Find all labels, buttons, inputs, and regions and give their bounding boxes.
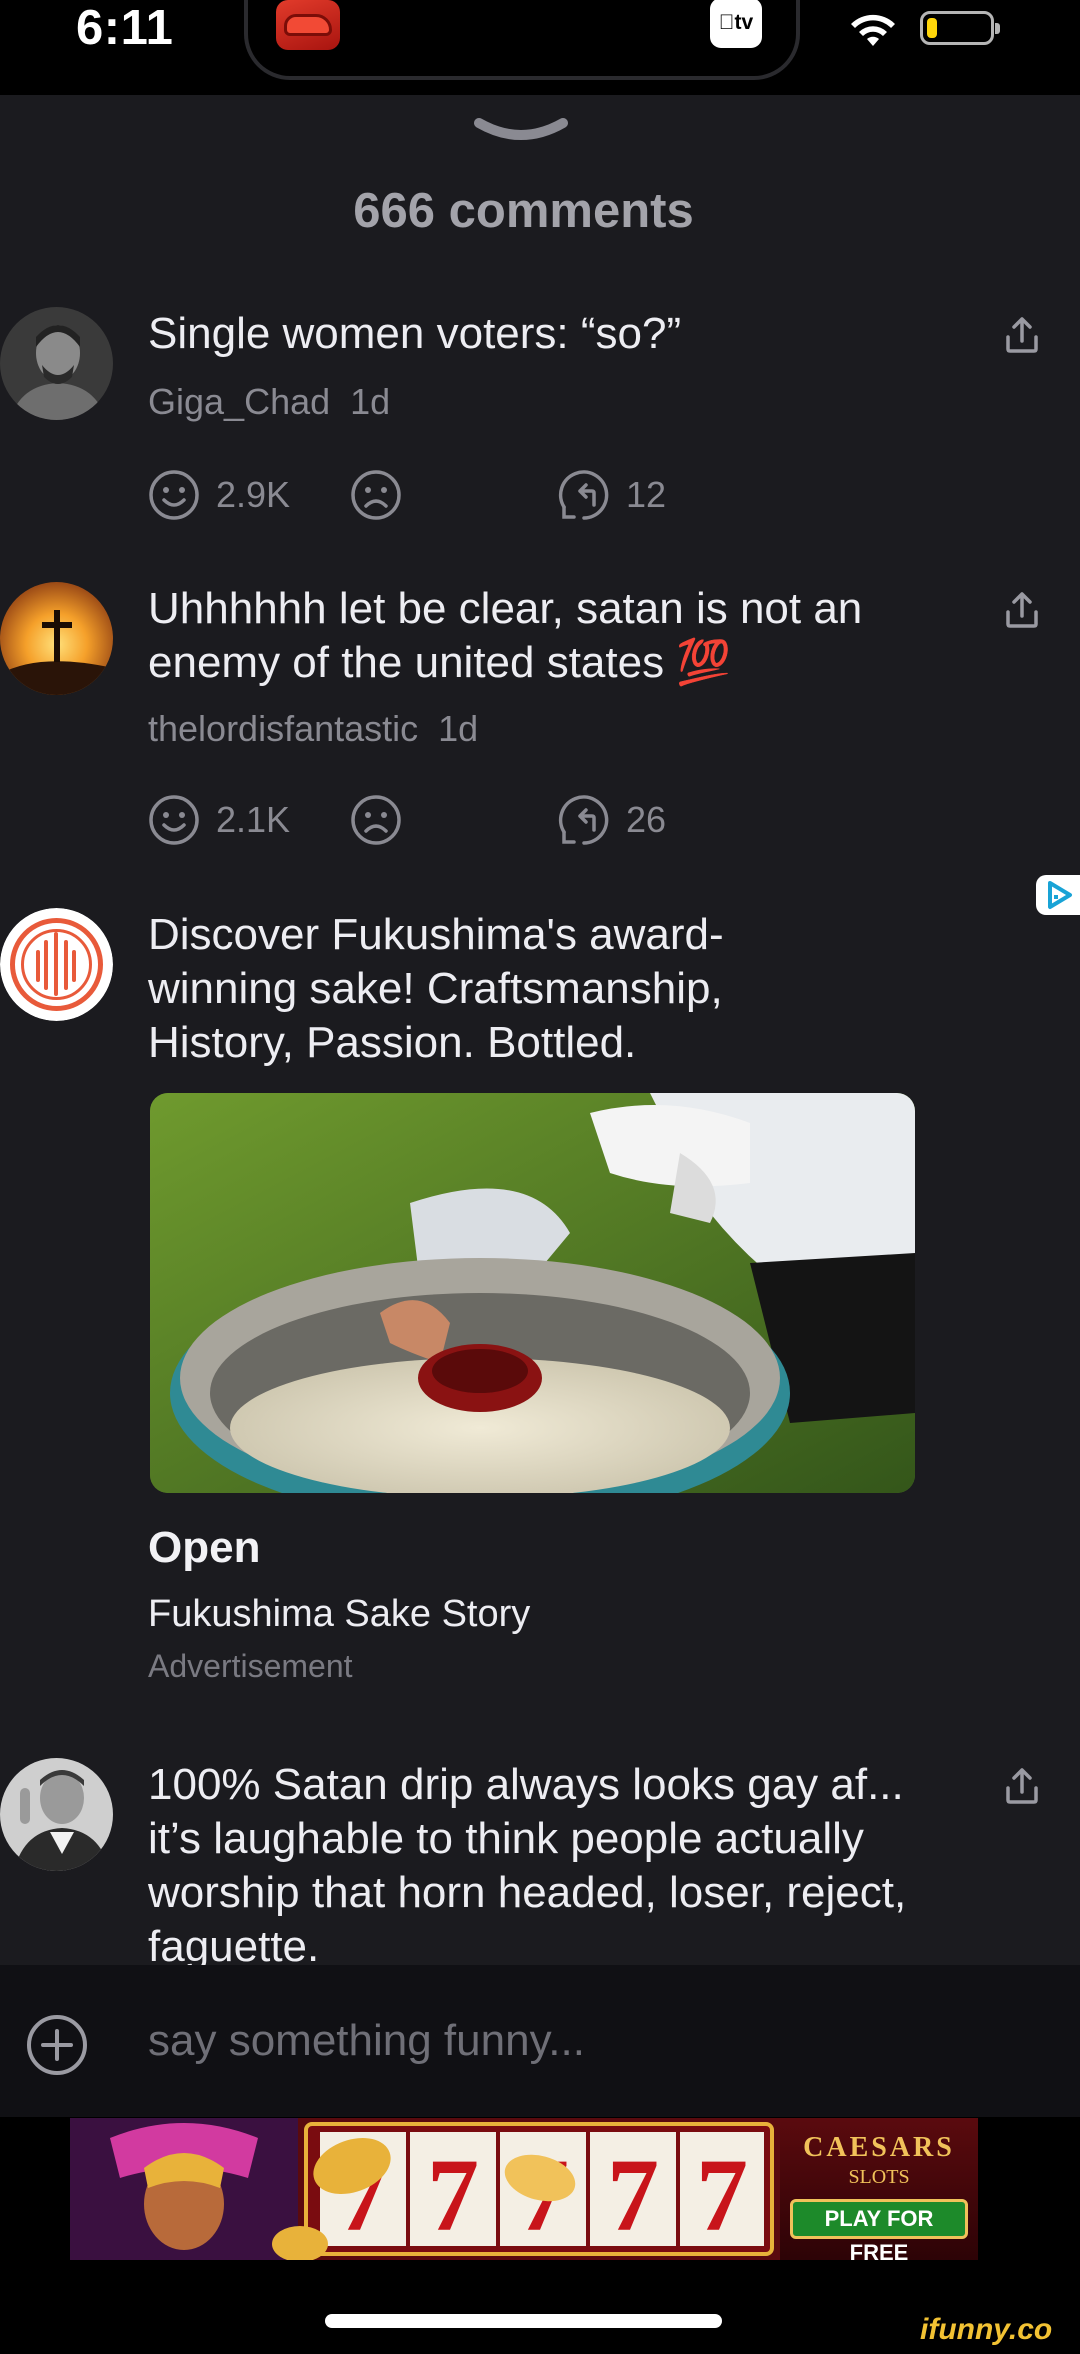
dynamic-island[interactable]: tv [244,0,800,80]
smile-button[interactable]: 2.1K [148,794,290,846]
chevron-down-icon[interactable] [473,117,569,147]
avatar[interactable] [0,307,113,420]
ad-image[interactable] [150,1093,915,1493]
add-icon[interactable] [25,2013,89,2077]
comment-text: 100% Satan drip always looks gay af... i… [148,1760,907,1965]
comment-text: Uhhhhhh let be clear, satan is not an en… [148,584,863,687]
adchoices-icon[interactable] [1036,875,1080,915]
cars-app-icon[interactable] [276,0,340,50]
battery-low-icon [920,11,1000,45]
comment-meta: thelordisfantastic 1d [148,708,478,750]
share-icon[interactable] [1002,315,1042,355]
unsmile-button[interactable] [350,469,402,521]
comment-meta: Giga_Chad 1d [148,381,390,423]
banner-ad[interactable]: 7 7 7 7 7 CAESARS SLOTS PLAY FOR FREE [70,2118,978,2260]
username[interactable]: thelordisfantastic [148,708,418,749]
avatar[interactable] [0,582,113,695]
caesars-slots-panel: CAESARS SLOTS PLAY FOR FREE [780,2118,978,2260]
comment-input[interactable] [148,2009,1028,2073]
unsmile-button[interactable] [350,794,402,846]
svg-text:7: 7 [607,2138,659,2253]
advertiser-logo[interactable] [0,908,113,1021]
frown-icon [351,795,401,845]
home-indicator[interactable] [325,2314,722,2328]
replies-count: 26 [626,799,667,840]
avatar[interactable] [0,1758,113,1871]
smile-icon [149,795,199,845]
advertiser-name[interactable]: Fukushima Sake Story [148,1593,530,1636]
play-for-free-button[interactable]: PLAY FOR FREE [790,2199,968,2260]
status-bar: 6:11 tv [0,0,1080,95]
svg-text:7: 7 [696,2138,748,2253]
comment-text: Single women voters: “so?” [148,309,682,358]
tv-label: tv [726,11,754,34]
frown-icon [351,470,401,520]
banner-brand: CAESARS [803,2132,955,2163]
share-icon[interactable] [1002,590,1042,630]
comments-sheet: 666 comments Single women voters: “so?” … [0,95,1080,1965]
advertisement-label: Advertisement [148,1648,353,1684]
banner-ad-area: 7 7 7 7 7 CAESARS SLOTS PLAY FOR FREE if… [0,2117,1080,2354]
comment-actions: 2.9K 12 [148,469,748,525]
replies-count: 12 [626,474,667,515]
comment-actions: 2.1K 26 [148,794,748,850]
likes-count: 2.1K [216,799,291,840]
ifunny-watermark: ifunny.co [920,2313,1053,2346]
apple-tv-icon[interactable]: tv [710,0,762,48]
comment-time: 1d [350,381,391,422]
wifi-icon [851,14,895,46]
reply-icon [558,795,609,845]
status-time: 6:11 [76,1,174,55]
ad-text: Discover Fukushima's award-winning sake!… [148,910,724,1067]
banner-subtitle: SLOTS [848,2166,910,2188]
share-icon[interactable] [1002,1766,1042,1806]
likes-count: 2.9K [216,474,291,515]
smile-button[interactable]: 2.9K [148,469,290,521]
reply-icon [558,470,609,520]
slot-machine-graphic: 7 7 7 7 7 [70,2118,780,2260]
comment-composer [0,1965,1080,2117]
comment-time: 1d [438,708,479,749]
reply-button[interactable]: 26 [558,794,666,846]
smile-icon [149,470,199,520]
svg-text:7: 7 [427,2138,479,2253]
ad-open-button[interactable]: Open [148,1523,260,1573]
reply-button[interactable]: 12 [558,469,666,521]
username[interactable]: Giga_Chad [148,381,330,422]
comments-count-title: 666 comments [353,184,694,238]
